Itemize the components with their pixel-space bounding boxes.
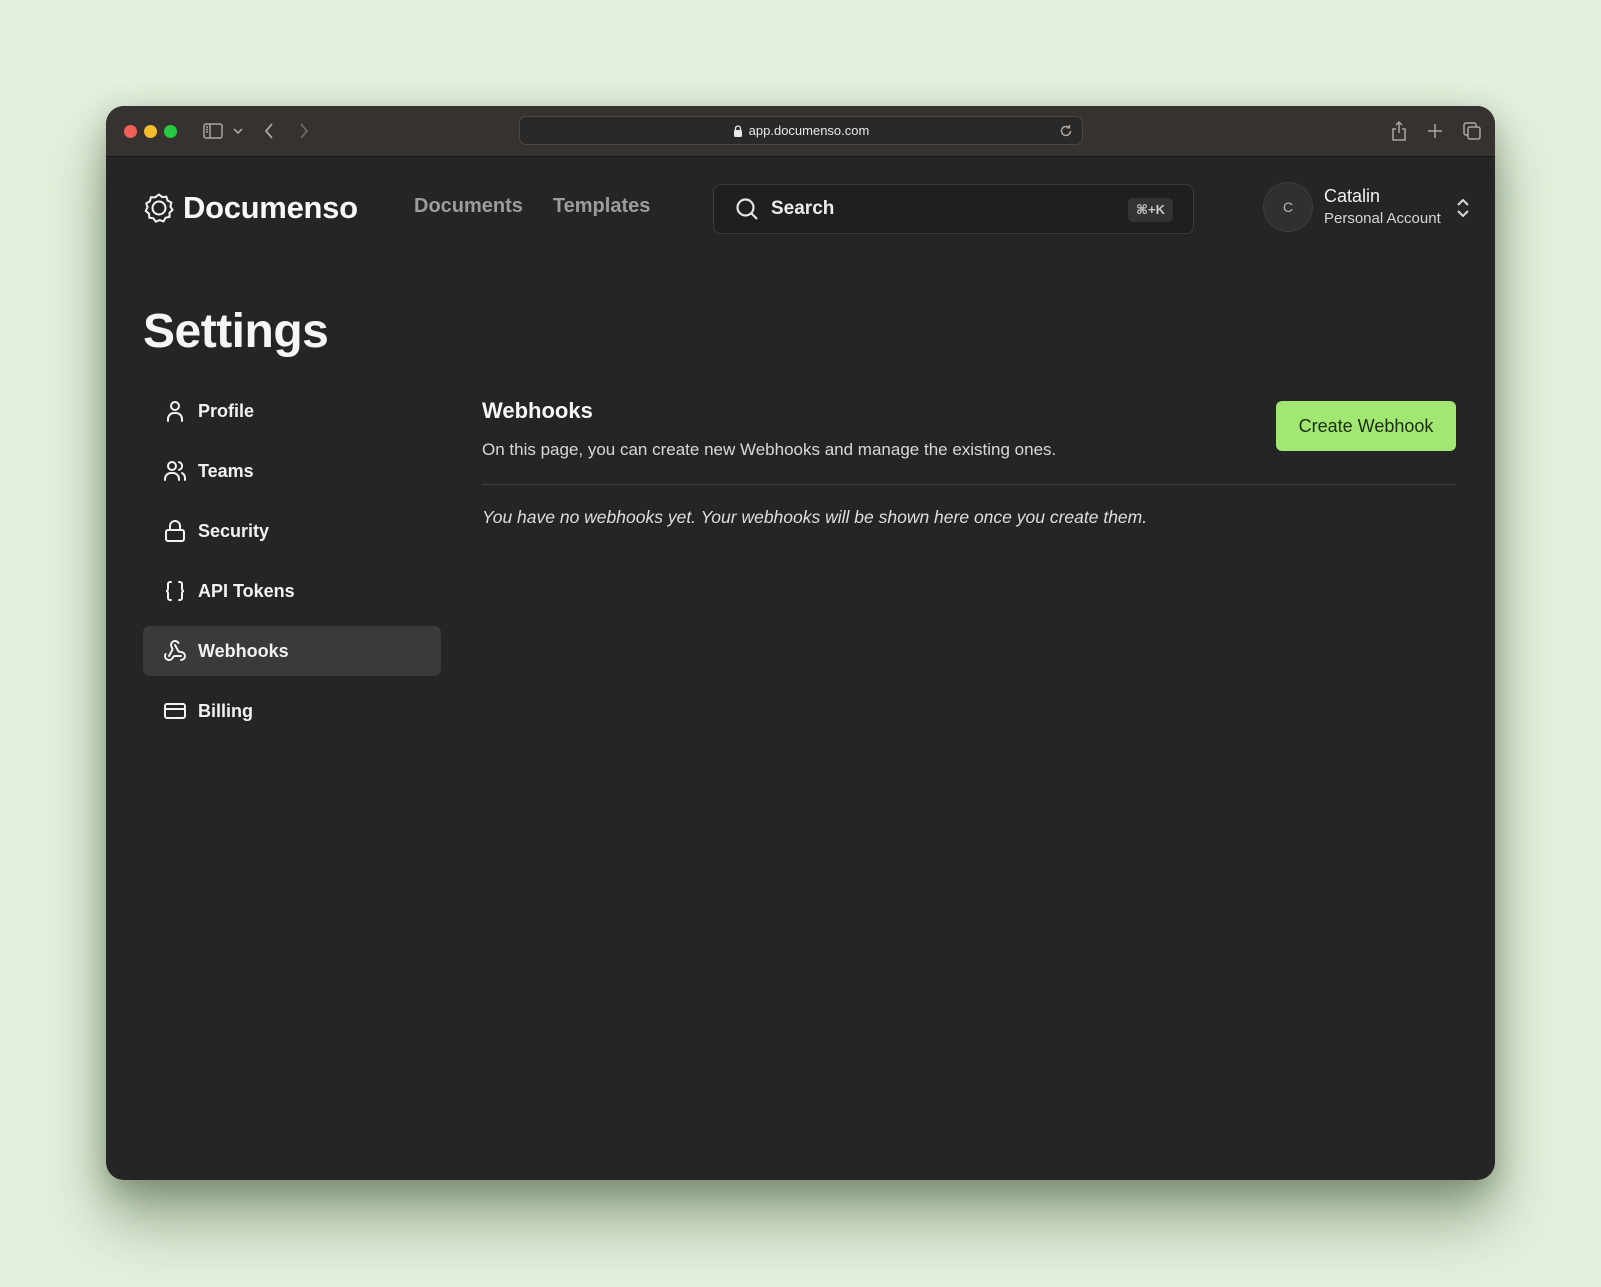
page-title: Settings (143, 305, 329, 358)
plus-icon[interactable] (1426, 120, 1444, 142)
search-placeholder: Search (771, 198, 835, 219)
browser-titlebar: app.documenso.com (106, 106, 1495, 157)
sidebar-item-label: Webhooks (198, 640, 289, 661)
back-arrow-icon[interactable] (261, 120, 277, 142)
create-webhook-button[interactable]: Create Webhook (1276, 401, 1456, 451)
sidebar-item-label: Billing (198, 700, 253, 721)
sidebar-toggle-icon[interactable] (202, 120, 224, 142)
user-icon (163, 399, 187, 423)
browser-window: app.documenso.com Documenso Documents Te… (106, 106, 1495, 1180)
brand-name: Documenso (183, 190, 358, 225)
address-bar[interactable]: app.documenso.com (519, 116, 1083, 145)
avatar: C (1263, 182, 1313, 232)
sidebar-item-label: Teams (198, 460, 254, 481)
nav-documents[interactable]: Documents (414, 195, 523, 218)
sidebar-item-billing[interactable]: Billing (143, 686, 441, 736)
sidebar-item-api-tokens[interactable]: API Tokens (143, 566, 441, 616)
reload-icon[interactable] (1058, 123, 1074, 139)
sidebar-item-label: Profile (198, 400, 255, 421)
users-icon (163, 459, 187, 483)
forward-arrow-icon[interactable] (296, 120, 312, 142)
credit-card-icon (163, 699, 187, 723)
sidebar-item-label: API Tokens (198, 580, 295, 601)
account-switcher[interactable]: C Catalin Personal Account (1263, 182, 1483, 232)
close-window-button[interactable] (124, 125, 137, 138)
lock-icon (163, 519, 187, 543)
url-text: app.documenso.com (748, 123, 870, 138)
webhook-icon (163, 639, 187, 663)
webhooks-panel: Webhooks On this page, you can create ne… (482, 398, 1456, 528)
maximize-window-button[interactable] (164, 125, 177, 138)
lock-icon (733, 124, 743, 137)
brand-logo[interactable]: Documenso (143, 190, 358, 226)
chevron-down-icon[interactable] (232, 120, 244, 142)
search-icon (735, 197, 759, 221)
minimize-window-button[interactable] (144, 125, 157, 138)
sidebar-item-profile[interactable]: Profile (143, 386, 441, 436)
sidebar-item-security[interactable]: Security (143, 506, 441, 556)
top-navigation: Documents Templates (414, 195, 650, 218)
sidebar-item-label: Security (198, 520, 270, 541)
account-name: Catalin (1324, 186, 1381, 207)
empty-state-message: You have no webhooks yet. Your webhooks … (482, 507, 1148, 527)
search-shortcut-badge: ⌘+K (1127, 198, 1173, 222)
nav-templates[interactable]: Templates (553, 195, 650, 218)
braces-icon (163, 579, 187, 603)
tabs-overview-icon[interactable] (1462, 120, 1482, 142)
divider (482, 484, 1456, 485)
chevrons-up-down-icon[interactable] (1456, 198, 1470, 218)
share-icon[interactable] (1390, 120, 1408, 142)
settings-sidebar: Profile Teams Security API Tokens Webhoo… (143, 386, 441, 746)
documenso-logo-icon (143, 192, 175, 224)
sidebar-item-teams[interactable]: Teams (143, 446, 441, 496)
search-bar[interactable]: Search ⌘+K (713, 184, 1194, 234)
app-content: Documenso Documents Templates Search ⌘+K… (106, 158, 1495, 1180)
sidebar-item-webhooks[interactable]: Webhooks (143, 626, 441, 676)
account-type: Personal Account (1324, 209, 1441, 227)
